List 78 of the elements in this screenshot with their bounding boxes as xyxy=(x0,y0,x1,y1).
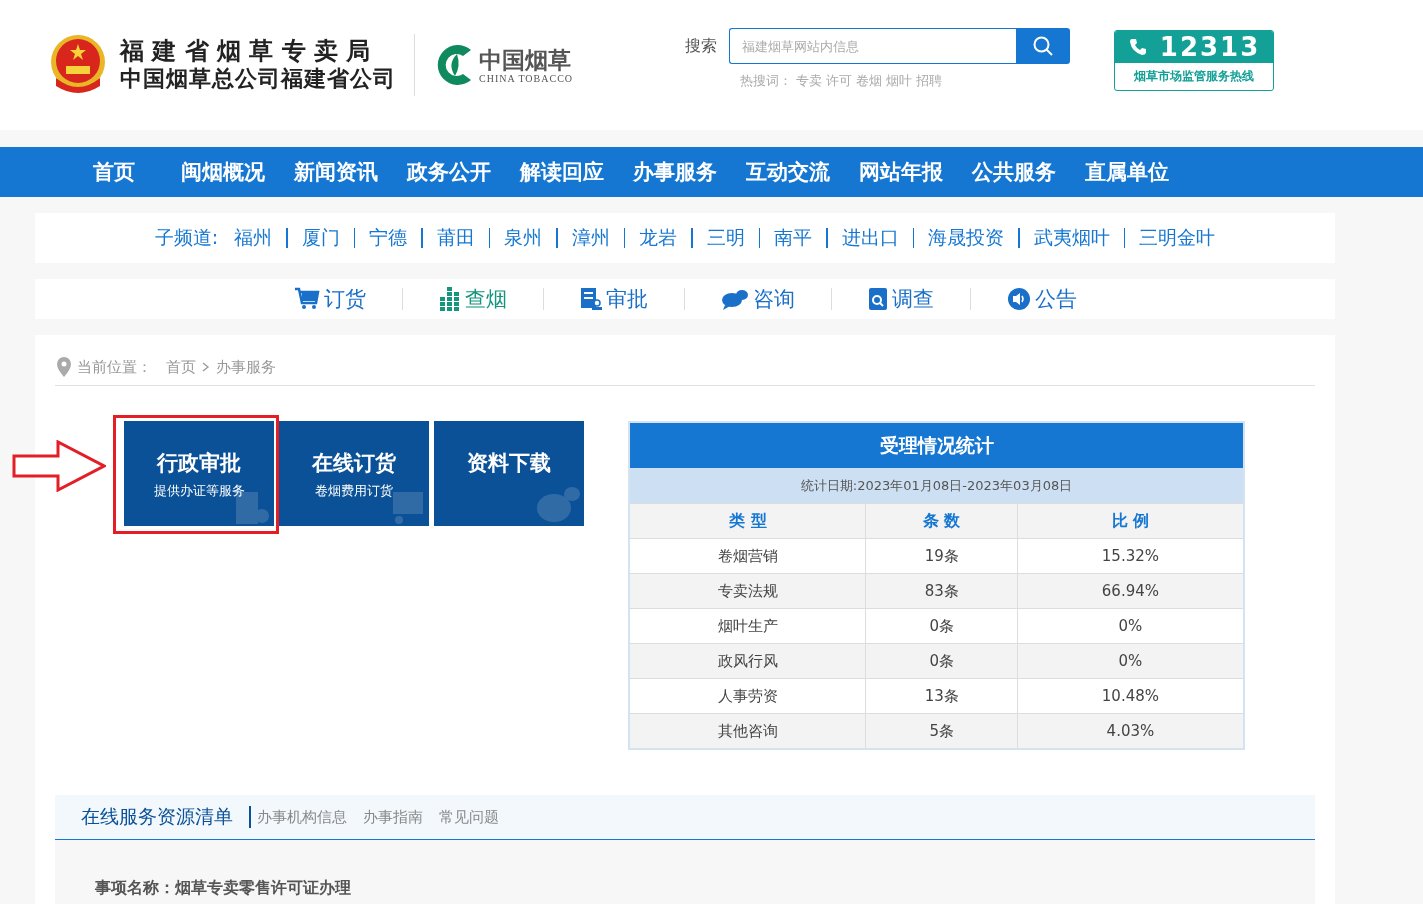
item-name: 烟草专卖零售许可证办理 xyxy=(175,878,351,897)
nav-item[interactable]: 新闻资讯 xyxy=(294,158,378,186)
subchannel-link[interactable]: 莆田 xyxy=(436,225,475,251)
magnifier-icon xyxy=(867,287,888,311)
service-tile[interactable]: 资料下载 xyxy=(434,421,584,526)
hotline-number: 12313 xyxy=(1159,31,1261,62)
table-cell: 政风行风 xyxy=(629,643,866,679)
breadcrumb-link[interactable]: 办事服务 xyxy=(216,357,276,377)
quick-link[interactable]: 公告 xyxy=(1006,285,1077,313)
brand-english: CHINA TOBACCO xyxy=(479,72,574,84)
hot-word-link[interactable]: 烟叶 xyxy=(886,72,913,90)
table-cell: 烟叶生产 xyxy=(629,608,866,644)
subchannel-link[interactable]: 龙岩 xyxy=(639,225,678,251)
table-cell: 0条 xyxy=(865,643,1018,679)
quick-link[interactable]: 咨询 xyxy=(720,285,795,313)
search-button[interactable] xyxy=(1016,28,1071,64)
column-header: 类 型 xyxy=(629,503,866,539)
subchannel-label: 子频道: xyxy=(154,225,219,250)
table-cell: 19条 xyxy=(865,538,1018,574)
search-icon xyxy=(1032,35,1055,57)
table-cell: 13条 xyxy=(865,678,1018,714)
nav-item[interactable]: 直属单位 xyxy=(1085,158,1169,186)
hot-word-link[interactable]: 卷烟 xyxy=(856,72,883,90)
subchannel-link[interactable]: 进出口 xyxy=(841,225,899,251)
location-pin-icon xyxy=(57,357,71,377)
statistics-title: 受理情况统计 xyxy=(629,422,1244,468)
brand-name: 中国烟草 xyxy=(479,46,572,73)
subchannel-link[interactable]: 漳州 xyxy=(571,225,610,251)
subchannel-link[interactable]: 南平 xyxy=(774,225,813,251)
nav-item[interactable]: 公共服务 xyxy=(972,158,1056,186)
subchannel-link[interactable]: 海晟投资 xyxy=(928,225,1005,251)
resource-list-title: 在线服务资源清单 xyxy=(81,804,233,829)
hot-word-link[interactable]: 许可 xyxy=(826,72,853,90)
nav-item[interactable]: 首页 xyxy=(93,158,135,186)
quick-link[interactable]: 查烟 xyxy=(438,285,507,313)
table-cell: 卷烟营销 xyxy=(629,538,866,574)
table-cell: 专卖法规 xyxy=(629,573,866,609)
search-label: 搜索 xyxy=(685,35,718,57)
subchannel-link[interactable]: 泉州 xyxy=(504,225,543,251)
subchannel-link[interactable]: 三明金叶 xyxy=(1139,225,1216,251)
subchannel-link[interactable]: 武夷烟叶 xyxy=(1033,225,1110,251)
service-tile[interactable]: 行政审批 提供办证等服务 xyxy=(124,421,274,526)
service-tile[interactable]: 在线订货 卷烟费用订货 xyxy=(279,421,429,526)
hotline-caption: 烟草市场监管服务热线 xyxy=(1133,67,1256,85)
hot-words-label: 热搜词： xyxy=(740,72,793,90)
subchannel-link[interactable]: 福州 xyxy=(234,225,273,251)
subchannel-link[interactable]: 三明 xyxy=(706,225,745,251)
nav-item[interactable]: 办事服务 xyxy=(633,158,717,186)
breadcrumb-label: 当前位置： xyxy=(77,357,152,377)
resource-tab[interactable]: 常见问题 xyxy=(439,807,499,827)
nav-item[interactable]: 政务公开 xyxy=(407,158,491,186)
speaker-icon xyxy=(1006,287,1031,311)
quick-link[interactable]: 审批 xyxy=(579,285,648,313)
table-cell: 83条 xyxy=(865,573,1018,609)
hot-word-link[interactable]: 招聘 xyxy=(916,72,943,90)
item-name-label: 事项名称： xyxy=(95,878,175,897)
table-cell: 0条 xyxy=(865,608,1018,644)
bureau-title: 福 建 省 烟 草 专 卖 局 xyxy=(120,37,372,65)
breadcrumb-link[interactable]: 首页 xyxy=(166,357,196,377)
table-cell: 人事劳资 xyxy=(629,678,866,714)
emblem-icon xyxy=(50,34,106,94)
column-header: 条 数 xyxy=(865,503,1018,539)
subchannel-link[interactable]: 厦门 xyxy=(301,225,340,251)
quick-link[interactable]: 订货 xyxy=(293,285,366,313)
nav-item[interactable]: 互动交流 xyxy=(746,158,830,186)
resource-tab[interactable]: 办事机构信息 xyxy=(257,807,347,827)
hot-word-link[interactable]: 专卖 xyxy=(796,72,823,90)
phone-icon xyxy=(1127,36,1148,57)
search-field[interactable]: 福建烟草网站内信息 xyxy=(729,28,1017,64)
nav-item[interactable]: 解读回应 xyxy=(520,158,604,186)
column-header: 比 例 xyxy=(1017,503,1244,539)
quick-link[interactable]: 调查 xyxy=(867,285,934,313)
nav-item[interactable]: 闽烟概况 xyxy=(181,158,265,186)
nav-item[interactable]: 网站年报 xyxy=(859,158,943,186)
subchannel-link[interactable]: 宁德 xyxy=(369,225,408,251)
resource-tab[interactable]: 办事指南 xyxy=(363,807,423,827)
statistics-date-range: 统计日期:2023年01月08日-2023年03月08日 xyxy=(629,468,1244,504)
company-title: 中国烟草总公司福建省公司 xyxy=(120,65,396,93)
